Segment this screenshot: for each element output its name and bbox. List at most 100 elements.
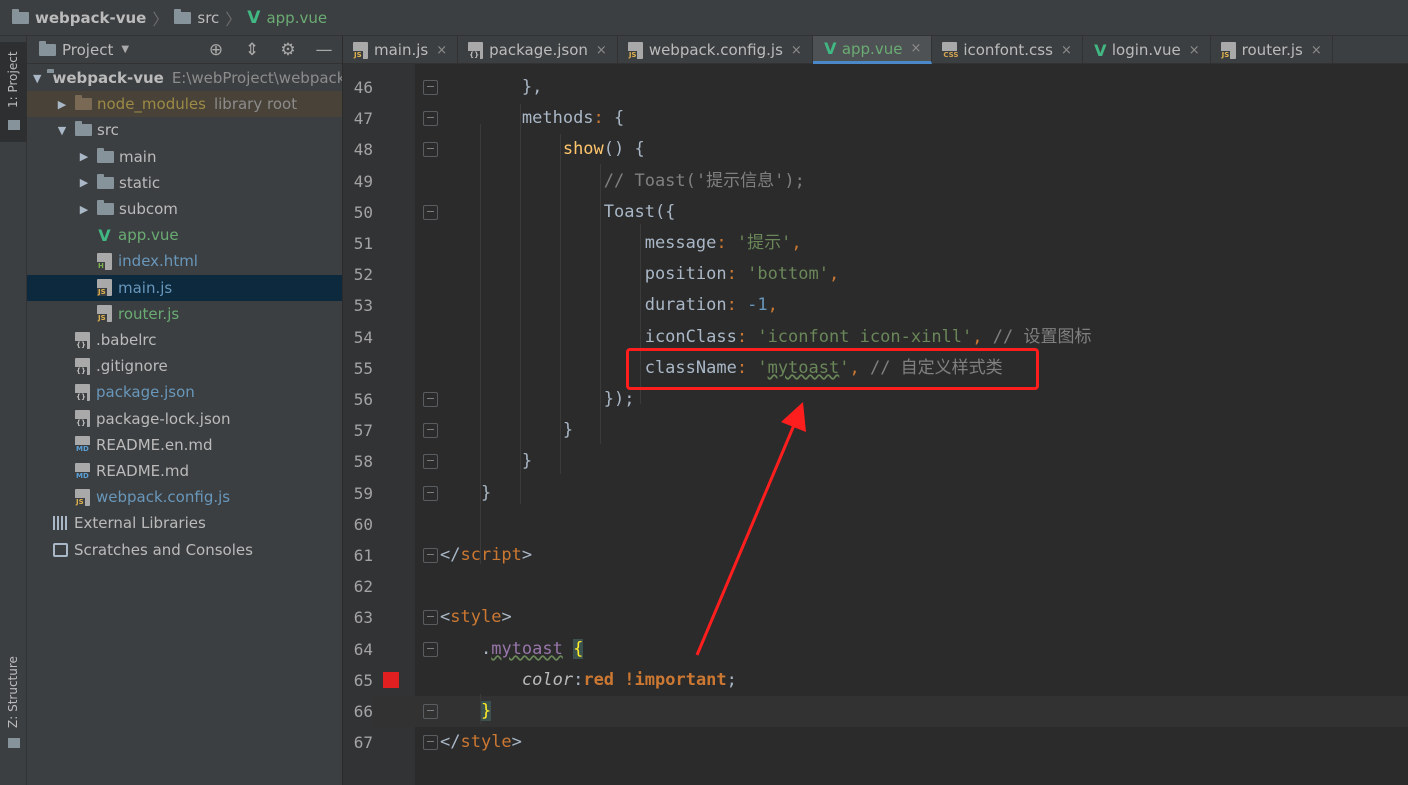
code-line[interactable]: 48 show() {	[343, 134, 1408, 165]
fold-marker-icon[interactable]	[423, 142, 438, 158]
breadcrumb-project[interactable]: webpack-vue	[12, 8, 146, 27]
tree-item[interactable]: ▶ node_modules library root	[27, 91, 342, 118]
breadcrumb-folder[interactable]: src	[174, 8, 219, 27]
project-view-selector[interactable]: Project	[62, 41, 113, 59]
tree-item[interactable]: {} package.json	[27, 379, 342, 405]
fold-marker-icon[interactable]	[423, 80, 438, 95]
fold-marker-icon[interactable]	[423, 548, 438, 563]
editor-tab[interactable]: JS webpack.config.js ×	[618, 36, 813, 64]
project-tool-window-button[interactable]: 1: Project	[0, 42, 27, 142]
line-number[interactable]: 67	[343, 727, 373, 758]
fold-marker-icon[interactable]	[423, 610, 438, 626]
code-line[interactable]: 51 message: '提示',	[343, 228, 1408, 259]
code-line[interactable]: 53 duration: -1,	[343, 290, 1408, 321]
code-line[interactable]: 60	[343, 509, 1408, 540]
line-number[interactable]: 62	[343, 571, 373, 602]
fold-marker-icon[interactable]	[423, 392, 438, 407]
editor-tab[interactable]: CSS iconfont.css ×	[932, 36, 1083, 64]
tree-item[interactable]: ▶ static	[27, 170, 342, 196]
fold-marker-icon[interactable]	[423, 204, 438, 220]
breakpoint-marker[interactable]	[383, 671, 399, 688]
structure-tool-window-button[interactable]: Z: Structure	[0, 646, 27, 756]
editor-tab[interactable]: JS router.js ×	[1211, 36, 1333, 64]
close-icon[interactable]: ×	[1311, 43, 1322, 58]
code-line[interactable]: 58 }	[343, 446, 1408, 477]
close-icon[interactable]: ×	[436, 43, 447, 58]
fold-marker-icon[interactable]	[423, 111, 438, 127]
hide-panel-icon[interactable]: —	[306, 40, 342, 60]
gear-icon[interactable]: ⚙	[270, 40, 306, 60]
tree-item[interactable]: JS webpack.config.js	[27, 484, 342, 510]
editor-tab[interactable]: {} package.json ×	[458, 36, 618, 64]
collapse-arrow-icon[interactable]: ▼	[55, 124, 69, 137]
line-number[interactable]: 51	[343, 228, 373, 259]
fold-marker-icon[interactable]	[423, 423, 438, 439]
line-number[interactable]: 60	[343, 509, 373, 540]
line-number[interactable]: 58	[343, 446, 373, 477]
code-line[interactable]: 67 </style>	[343, 727, 1408, 758]
fold-marker-icon[interactable]	[423, 485, 438, 501]
tree-item[interactable]: ▼ webpack-vue E:\webProject\webpack-vue	[27, 65, 342, 91]
line-number[interactable]: 61	[343, 540, 373, 571]
code-line[interactable]: 66 }	[343, 696, 1408, 727]
line-number[interactable]: 53	[343, 290, 373, 321]
close-icon[interactable]: ×	[910, 41, 921, 56]
tree-item[interactable]: MD README.md	[27, 458, 342, 484]
line-number[interactable]: 59	[343, 478, 373, 509]
code-line[interactable]: 63 <style>	[343, 602, 1408, 633]
tree-item[interactable]: External Libraries	[27, 510, 342, 536]
close-icon[interactable]: ×	[1061, 43, 1072, 58]
code-line[interactable]: 49 // Toast('提示信息');	[343, 166, 1408, 197]
code-line[interactable]: 62	[343, 571, 1408, 602]
code-line[interactable]: 47 methods: {	[343, 103, 1408, 134]
line-number[interactable]: 64	[343, 634, 373, 665]
line-number[interactable]: 57	[343, 415, 373, 446]
fold-marker-icon[interactable]	[423, 735, 438, 751]
tree-item[interactable]: {} package-lock.json	[27, 406, 342, 432]
editor-tab[interactable]: Vlogin.vue ×	[1083, 36, 1211, 64]
code-line[interactable]: 59 }	[343, 478, 1408, 509]
tree-item[interactable]: Scratches and Consoles	[27, 537, 342, 563]
line-number[interactable]: 52	[343, 259, 373, 290]
line-number[interactable]: 66	[343, 696, 373, 727]
editor-tab[interactable]: JS main.js ×	[343, 36, 459, 64]
fold-marker-icon[interactable]	[423, 704, 438, 719]
chevron-down-icon[interactable]: ▼	[121, 44, 129, 55]
tree-item[interactable]: ▼ src	[27, 117, 342, 143]
tree-item[interactable]: MD README.en.md	[27, 432, 342, 458]
fold-marker-icon[interactable]	[423, 454, 438, 470]
collapse-all-icon[interactable]: ⇕	[234, 40, 270, 60]
line-number[interactable]: 63	[343, 602, 373, 633]
line-number[interactable]: 65	[343, 665, 373, 696]
code-line[interactable]: 46 },	[343, 72, 1408, 103]
fold-marker-icon[interactable]	[423, 641, 438, 657]
code-line[interactable]: 64 .mytoast {	[343, 634, 1408, 665]
line-number[interactable]: 55	[343, 353, 373, 384]
locate-file-icon[interactable]: ⊕	[198, 40, 234, 60]
tree-item[interactable]: {} .gitignore	[27, 353, 342, 379]
tree-item[interactable]: JS router.js	[27, 301, 342, 327]
line-number[interactable]: 49	[343, 166, 373, 197]
close-icon[interactable]: ×	[596, 43, 607, 58]
line-number[interactable]: 47	[343, 103, 373, 134]
expand-arrow-icon[interactable]: ▶	[77, 150, 91, 163]
tree-item[interactable]: {} .babelrc	[27, 327, 342, 353]
tree-item[interactable]: ▶ subcom	[27, 196, 342, 222]
close-icon[interactable]: ×	[1189, 43, 1200, 58]
expand-arrow-icon[interactable]: ▶	[77, 203, 91, 216]
editor-tab[interactable]: Vapp.vue ×	[812, 36, 933, 64]
line-number[interactable]: 56	[343, 384, 373, 415]
code-editor[interactable]: 46 }, 47 methods: {48 show() {49 // Toast…	[343, 64, 1408, 785]
code-line[interactable]: 61 </script>	[343, 540, 1408, 571]
breadcrumb-file[interactable]: V app.vue	[247, 8, 327, 28]
code-line[interactable]: 50 Toast({	[343, 197, 1408, 228]
tree-item[interactable]: Hindex.html	[27, 248, 342, 274]
collapse-arrow-icon[interactable]: ▼	[33, 72, 41, 85]
line-number[interactable]: 48	[343, 134, 373, 165]
tree-item[interactable]: ▶ main	[27, 144, 342, 170]
code-line[interactable]: 65 color:red !important;	[343, 665, 1408, 696]
code-line[interactable]: 52 position: 'bottom',	[343, 259, 1408, 290]
line-number[interactable]: 54	[343, 322, 373, 353]
expand-arrow-icon[interactable]: ▶	[55, 98, 69, 111]
code-line[interactable]: 57 }	[343, 415, 1408, 446]
